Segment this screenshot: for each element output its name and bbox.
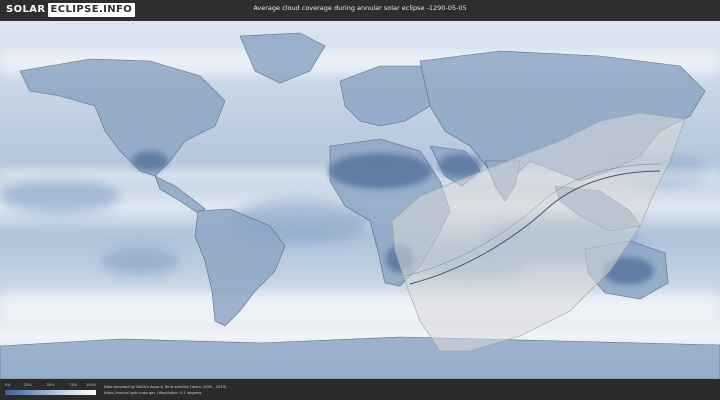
cloud-coverage-legend-bar [5,390,96,395]
header-bar: SOLAR ECLIPSE.INFO Average cloud coverag… [0,0,720,21]
antarctica [0,336,720,379]
north-america-clear [132,151,168,171]
legend-tick-labels: 0% 25% 50% 75% 100% [5,383,96,389]
page-title: Average cloud coverage during annular so… [253,4,467,12]
logo-eclipse-text: ECLIPSE.INFO [47,3,136,17]
legend-tick-100: 100% [85,383,96,387]
legend-tick-0: 0% [5,383,11,387]
cloud-coverage-map [0,21,720,379]
legend-tick-25: 25% [23,383,32,387]
legend-tick-75: 75% [69,383,78,387]
sahara-clear [328,153,432,189]
footer-bar: 0% 25% 50% 75% 100% Data provided by NAS… [0,379,720,400]
logo-solar-text: SOLAR [6,4,46,15]
site-logo[interactable]: SOLAR ECLIPSE.INFO [6,3,136,17]
app-frame: SOLAR ECLIPSE.INFO Average cloud coverag… [0,0,720,400]
credit-line-url: https://neo.sci.gsfc.nasa.gov | Resoluti… [104,391,202,395]
legend-tick-50: 50% [46,383,55,387]
data-credits: Data provided by NASA's Aqua & Terra sat… [104,384,226,396]
